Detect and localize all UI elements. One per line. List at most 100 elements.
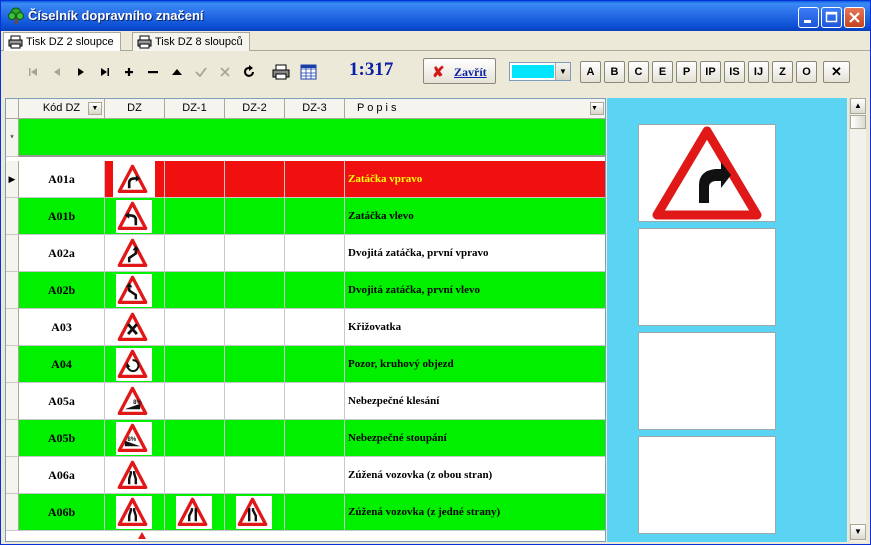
- filter-letter-button[interactable]: IJ: [748, 61, 769, 83]
- filter-letter-button[interactable]: B: [604, 61, 625, 83]
- cell-code[interactable]: A05a: [19, 383, 105, 420]
- cell-sign[interactable]: 8%: [105, 420, 165, 457]
- next-record-button[interactable]: [71, 62, 91, 82]
- cell-description[interactable]: Nebezpečné stoupání: [345, 420, 605, 457]
- cell-dz1[interactable]: [165, 309, 225, 346]
- maximize-button[interactable]: [821, 7, 842, 28]
- table-row[interactable]: A06b Zúžená vozovka (z jedné strany): [6, 494, 605, 531]
- close-form-button[interactable]: ✘ Zavřít: [423, 58, 496, 84]
- table-row[interactable]: A03 Křižovatka: [6, 309, 605, 346]
- new-record-row[interactable]: *: [6, 119, 605, 157]
- cell-dz3[interactable]: [285, 272, 345, 309]
- cell-sign[interactable]: [105, 161, 165, 198]
- row-selector[interactable]: [6, 198, 19, 235]
- cell-dz3[interactable]: [285, 420, 345, 457]
- tab-print-8-columns[interactable]: Tisk DZ 8 sloupců: [132, 32, 250, 51]
- vertical-scrollbar[interactable]: ▲ ▼: [849, 98, 866, 542]
- cell-dz2[interactable]: [225, 235, 285, 272]
- cell-code[interactable]: A06b: [19, 494, 105, 531]
- cell-description[interactable]: Křižovatka: [345, 309, 605, 346]
- row-selector[interactable]: [6, 457, 19, 494]
- column-header-dz1[interactable]: DZ-1: [165, 99, 225, 119]
- new-row-cells[interactable]: [19, 119, 605, 157]
- last-record-button[interactable]: [95, 62, 115, 82]
- cell-dz3[interactable]: [285, 235, 345, 272]
- filter-letter-button[interactable]: C: [628, 61, 649, 83]
- edit-record-button[interactable]: [167, 62, 187, 82]
- cell-dz3[interactable]: [285, 457, 345, 494]
- table-row[interactable]: A02a Dvojitá zatáčka, první vpravo: [6, 235, 605, 272]
- scroll-thumb[interactable]: [850, 115, 866, 129]
- filter-letter-button[interactable]: O: [796, 61, 817, 83]
- cell-sign[interactable]: [105, 346, 165, 383]
- cell-description[interactable]: Nebezpečné klesání: [345, 383, 605, 420]
- clear-filter-button[interactable]: ✕: [823, 61, 850, 83]
- cell-dz1[interactable]: [165, 420, 225, 457]
- cell-code[interactable]: A06a: [19, 457, 105, 494]
- cell-description[interactable]: Zatáčka vlevo: [345, 198, 605, 235]
- tab-print-2-columns[interactable]: Tisk DZ 2 sloupce: [3, 32, 121, 51]
- table-row[interactable]: A05a 8% Nebezpečné klesání: [6, 383, 605, 420]
- cell-dz2[interactable]: [225, 420, 285, 457]
- first-record-button[interactable]: [23, 62, 43, 82]
- cell-dz2[interactable]: [225, 457, 285, 494]
- row-selector[interactable]: [6, 383, 19, 420]
- column-header-code[interactable]: Kód DZ ▼: [19, 99, 105, 119]
- cell-dz2[interactable]: [225, 494, 285, 531]
- color-select[interactable]: ▼: [509, 62, 571, 81]
- row-selector[interactable]: ▶: [6, 161, 19, 198]
- row-selector[interactable]: [6, 420, 19, 457]
- cell-sign[interactable]: [105, 494, 165, 531]
- print-button[interactable]: [271, 62, 291, 82]
- close-window-button[interactable]: [844, 7, 865, 28]
- table-row[interactable]: A01b Zatáčka vlevo: [6, 198, 605, 235]
- cell-dz3[interactable]: [285, 383, 345, 420]
- chevron-down-icon[interactable]: ▼: [88, 102, 102, 115]
- chevron-down-icon[interactable]: ▼: [555, 63, 570, 80]
- table-row[interactable]: A02b Dvojitá zatáčka, první vlevo: [6, 272, 605, 309]
- table-row[interactable]: A06a Zúžená vozovka (z obou stran): [6, 457, 605, 494]
- cell-dz1[interactable]: [165, 457, 225, 494]
- cell-description[interactable]: Zatáčka vpravo: [345, 161, 605, 198]
- cell-description[interactable]: Pozor, kruhový objezd: [345, 346, 605, 383]
- cell-dz1[interactable]: [165, 346, 225, 383]
- post-edit-button[interactable]: [191, 62, 211, 82]
- export-button[interactable]: [299, 62, 319, 82]
- row-selector[interactable]: [6, 235, 19, 272]
- cell-description[interactable]: Zúžená vozovka (z obou stran): [345, 457, 605, 494]
- filter-letter-button[interactable]: Z: [772, 61, 793, 83]
- cell-sign[interactable]: [105, 235, 165, 272]
- cell-dz1[interactable]: [165, 383, 225, 420]
- cell-code[interactable]: A05b: [19, 420, 105, 457]
- filter-letter-button[interactable]: IS: [724, 61, 745, 83]
- cell-code[interactable]: A01b: [19, 198, 105, 235]
- refresh-button[interactable]: [239, 62, 259, 82]
- cell-code[interactable]: A02b: [19, 272, 105, 309]
- cancel-edit-button[interactable]: [215, 62, 235, 82]
- minimize-button[interactable]: [798, 7, 819, 28]
- scroll-down-icon[interactable]: ▼: [850, 524, 866, 540]
- filter-letter-button[interactable]: A: [580, 61, 601, 83]
- cell-dz3[interactable]: [285, 309, 345, 346]
- title-bar[interactable]: Číselník dopravního značení: [1, 1, 870, 31]
- cell-sign[interactable]: 8%: [105, 383, 165, 420]
- cell-description[interactable]: Dvojitá zatáčka, první vlevo: [345, 272, 605, 309]
- cell-dz2[interactable]: [225, 272, 285, 309]
- cell-dz2[interactable]: [225, 309, 285, 346]
- insert-record-button[interactable]: [119, 62, 139, 82]
- delete-record-button[interactable]: [143, 62, 163, 82]
- cell-dz1[interactable]: [165, 161, 225, 198]
- cell-dz3[interactable]: [285, 161, 345, 198]
- column-header-dz3[interactable]: DZ-3: [285, 99, 345, 119]
- table-row[interactable]: A05b 8% Nebezpečné stoupání: [6, 420, 605, 457]
- cell-sign[interactable]: [105, 272, 165, 309]
- cell-dz1[interactable]: [165, 272, 225, 309]
- scroll-up-icon[interactable]: ▲: [850, 98, 866, 114]
- column-header-dz2[interactable]: DZ-2: [225, 99, 285, 119]
- row-selector[interactable]: [6, 309, 19, 346]
- signs-grid[interactable]: Kód DZ ▼ DZ DZ-1 DZ-2 DZ-3 P o p i s ▼ *…: [5, 98, 606, 542]
- prior-record-button[interactable]: [47, 62, 67, 82]
- cell-dz2[interactable]: [225, 346, 285, 383]
- cell-dz2[interactable]: [225, 198, 285, 235]
- column-header-dz[interactable]: DZ: [105, 99, 165, 119]
